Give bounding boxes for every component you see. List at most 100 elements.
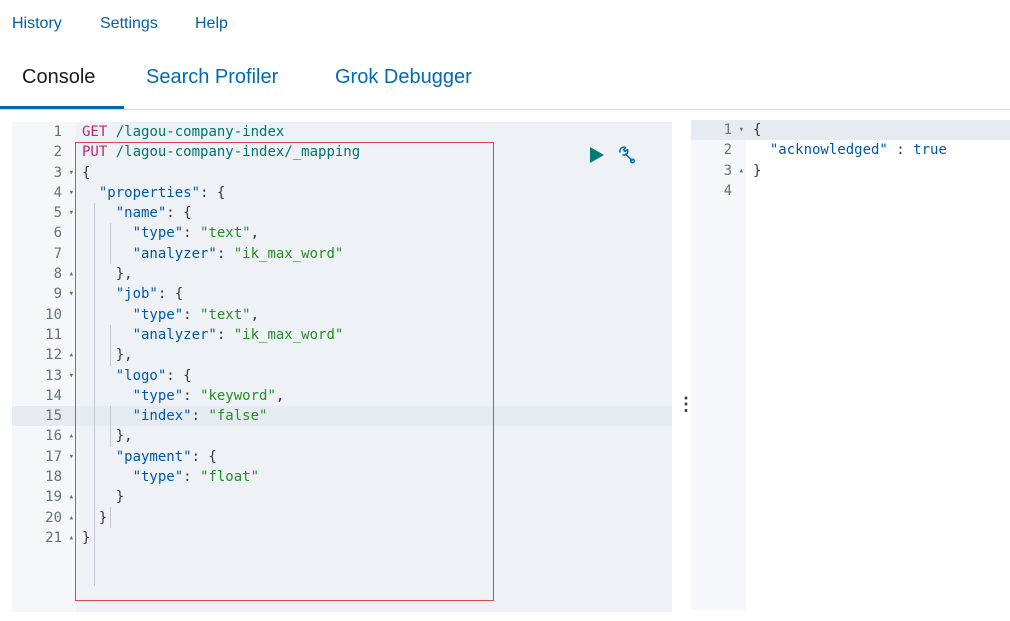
line-number: 17 ▾ <box>12 447 76 467</box>
code-line: }, <box>82 426 672 446</box>
request-editor[interactable]: 1 2 3 ▾ 4 ▾ 5 ▾ 6 7 8 ▴ 9 ▾ 10 11 12 ▴ 13 ▾ 14 15 16 ▴ 17 ▾ 18 19 ▴ 2… <box>12 122 672 612</box>
fold-collapse-icon[interactable]: ▾ <box>69 447 74 467</box>
line-number: 13 ▾ <box>12 366 76 386</box>
json-value: "keyword" <box>200 387 276 404</box>
line-number-text: 3 <box>53 164 62 181</box>
tab-search-profiler[interactable]: Search Profiler <box>146 66 278 89</box>
line-number: 1 <box>12 122 76 142</box>
line-number: 11 <box>12 325 76 345</box>
request-code[interactable]: GET /lagou-company-index PUT /lagou-comp… <box>82 122 672 548</box>
fold-collapse-icon[interactable]: ▾ <box>69 203 74 223</box>
fold-expand-icon[interactable]: ▴ <box>69 345 74 365</box>
line-number-text: 11 <box>45 326 62 343</box>
fold-collapse-icon[interactable]: ▾ <box>739 120 744 140</box>
json-key: "job" <box>115 286 158 303</box>
code-line: { <box>753 120 1010 140</box>
line-number: 3 ▴ <box>691 161 746 181</box>
fold-expand-icon[interactable]: ▴ <box>69 508 74 528</box>
line-number: 7 <box>12 244 76 264</box>
code-token: }, <box>115 266 133 283</box>
fold-expand-icon[interactable]: ▴ <box>69 528 74 548</box>
line-number-text: 21 <box>45 529 62 546</box>
line-number: 2 <box>691 140 746 160</box>
line-number-text: 1 <box>53 124 62 140</box>
fold-expand-icon[interactable]: ▴ <box>69 487 74 507</box>
play-icon[interactable] <box>589 146 605 169</box>
code-line: }, <box>82 264 672 284</box>
json-key: "analyzer" <box>132 326 217 343</box>
code-line: "analyzer": "ik_max_word" <box>132 245 344 262</box>
code-token: : <box>887 142 914 159</box>
fold-collapse-icon[interactable]: ▾ <box>69 366 74 386</box>
json-key: "properties" <box>98 184 201 201</box>
json-key: "acknowledged" <box>769 142 888 159</box>
line-number-text: 10 <box>45 306 62 323</box>
line-number: 9 ▾ <box>12 284 76 304</box>
help-link[interactable]: Help <box>195 15 228 33</box>
code-line: }, <box>82 345 672 365</box>
json-value: "float" <box>200 469 260 486</box>
code-line: "type": "text", <box>132 225 260 242</box>
fold-expand-icon[interactable]: ▴ <box>69 264 74 284</box>
line-number-text: 17 <box>45 448 62 465</box>
response-gutter: 1 ▾ 2 3 ▴ 4 <box>691 120 746 201</box>
line-number-text: 8 <box>53 266 62 283</box>
line-number: 6 <box>12 223 76 243</box>
code-line: "analyzer": "ik_max_word" <box>132 326 344 343</box>
code-token: } <box>98 509 108 526</box>
json-key: "index" <box>132 408 192 425</box>
line-number-text: 7 <box>53 245 62 262</box>
line-number-text: 15 <box>45 408 62 425</box>
line-number-text: 14 <box>45 387 62 404</box>
json-key: "payment" <box>115 448 192 465</box>
code-line: } <box>82 508 672 528</box>
line-number: 18 <box>12 467 76 487</box>
json-key: "type" <box>132 306 184 323</box>
line-number-text: 6 <box>53 225 62 242</box>
line-number-text: 13 <box>45 367 62 384</box>
settings-link[interactable]: Settings <box>100 15 158 33</box>
line-number-text: 1 <box>723 122 732 138</box>
json-key: "name" <box>115 205 167 222</box>
history-link[interactable]: History <box>12 15 62 33</box>
line-number: 3 ▾ <box>12 163 76 183</box>
fold-collapse-icon[interactable]: ▾ <box>69 284 74 304</box>
code-line: "type": "float" <box>132 469 260 486</box>
request-actions <box>589 145 637 170</box>
code-token: { <box>82 164 91 181</box>
wrench-icon[interactable] <box>617 145 637 170</box>
fold-collapse-icon[interactable]: ▾ <box>69 183 74 203</box>
code-line: "index": "false" <box>132 408 268 425</box>
code-line: GET /lagou-company-index <box>82 122 672 142</box>
line-number-text: 20 <box>45 509 62 526</box>
json-value: "false" <box>208 408 268 425</box>
http-method: GET <box>82 124 108 140</box>
code-line: "properties": { <box>98 184 226 201</box>
code-line: "job": { <box>115 286 184 303</box>
code-token: }, <box>115 428 133 445</box>
line-number-text: 12 <box>45 347 62 364</box>
fold-expand-icon[interactable]: ▴ <box>69 426 74 446</box>
code-token: } <box>115 489 125 506</box>
fold-collapse-icon[interactable]: ▾ <box>69 163 74 183</box>
fold-expand-icon[interactable]: ▴ <box>739 161 744 181</box>
line-number-text: 16 <box>45 428 62 445</box>
tab-grok-debugger[interactable]: Grok Debugger <box>335 66 472 89</box>
line-number: 5 ▾ <box>12 203 76 223</box>
json-key: "logo" <box>115 367 167 384</box>
json-value: true <box>913 142 947 159</box>
code-line: { <box>82 163 672 183</box>
line-number-text: 2 <box>53 144 62 161</box>
tab-console[interactable]: Console <box>22 66 95 89</box>
response-code: { "acknowledged" : true } <box>753 120 1010 201</box>
request-gutter: 1 2 3 ▾ 4 ▾ 5 ▾ 6 7 8 ▴ 9 ▾ 10 11 12 ▴ 13 ▾ 14 15 16 ▴ 17 ▾ 18 19 ▴ 2… <box>12 122 76 548</box>
http-method: PUT <box>82 144 108 161</box>
json-value: "ik_max_word" <box>233 326 344 343</box>
code-token: } <box>753 162 762 179</box>
line-number: 4 ▾ <box>12 183 76 203</box>
code-line: "acknowledged" : true <box>753 140 1010 160</box>
code-line: "name": { <box>115 205 192 222</box>
response-editor[interactable]: 1 ▾ 2 3 ▴ 4 { "acknowledged" : true } <box>691 120 1010 610</box>
top-nav: History Settings Help <box>0 0 1010 50</box>
